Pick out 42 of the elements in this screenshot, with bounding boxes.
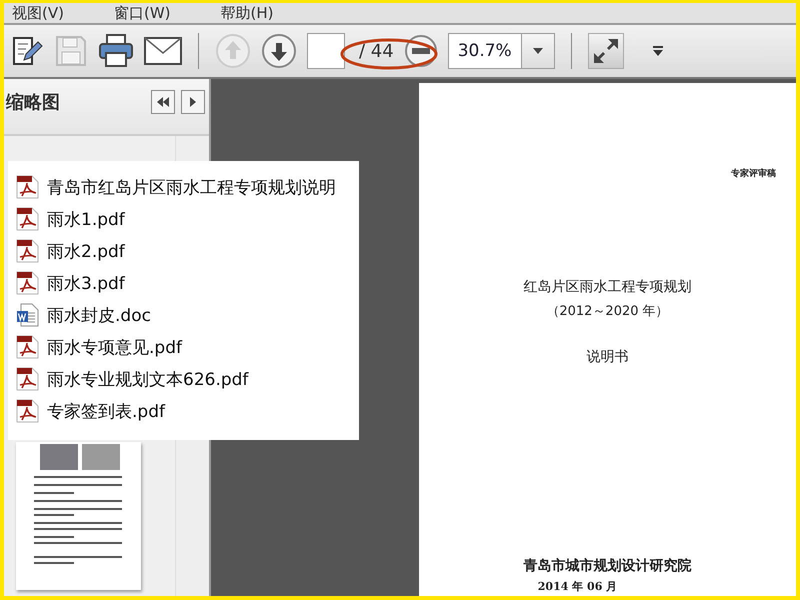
zoom-field[interactable]: 30.7%	[448, 33, 555, 69]
pdf-file-icon	[16, 271, 39, 295]
document-subtitle: 说明书	[586, 348, 628, 366]
stamp-label: 专家评审稿	[731, 167, 776, 180]
full-screen-button[interactable]	[588, 33, 624, 69]
pdf-file-icon	[16, 239, 39, 263]
collapse-button[interactable]	[151, 90, 175, 114]
document-title: 红岛片区雨水工程专项规划	[524, 278, 692, 296]
zoom-dropdown-button[interactable]	[520, 34, 554, 68]
menu-item[interactable]: 视图(V)	[12, 4, 64, 22]
caret-icon	[532, 48, 543, 54]
file-item[interactable]: 雨水2.pdf	[16, 239, 359, 263]
pdf-file-icon	[16, 367, 39, 391]
page-number-field[interactable]	[307, 33, 345, 69]
panel-title: 缩略图	[6, 90, 60, 114]
down-arrow-icon[interactable]	[261, 33, 297, 69]
right-arrow-icon	[189, 96, 197, 106]
word-file-icon	[16, 303, 39, 327]
document-date: 2014 年 06 月	[538, 579, 618, 594]
file-item[interactable]: 雨水专项意见.pdf	[16, 335, 359, 359]
menu-item[interactable]: 帮助(H)	[220, 4, 274, 22]
zoom-out-icon[interactable]	[404, 34, 438, 68]
pdf-file-icon	[16, 207, 39, 231]
next-button[interactable]	[181, 90, 205, 114]
document-organization: 青岛市城市规划设计研究院	[524, 557, 692, 575]
document-years: （2012～2020 年）	[546, 303, 669, 320]
page-thumbnail[interactable]	[16, 442, 141, 590]
print-icon[interactable]	[98, 33, 134, 69]
mail-icon[interactable]	[144, 37, 182, 65]
pdf-file-icon	[16, 335, 39, 359]
pdf-file-icon	[16, 399, 39, 423]
file-item[interactable]: 雨水1.pdf	[16, 207, 359, 231]
file-item[interactable]: 雨水3.pdf	[16, 271, 359, 295]
page-total: / 44	[359, 40, 394, 62]
edit-document-icon[interactable]	[10, 34, 44, 68]
menu-item[interactable]: 窗口(W)	[114, 4, 171, 22]
file-item[interactable]: 雨水专业规划文本626.pdf	[16, 367, 359, 391]
double-left-arrow-icon	[156, 96, 170, 106]
pdf-file-icon	[16, 175, 39, 199]
file-item[interactable]: 雨水封皮.doc	[16, 303, 359, 327]
file-item[interactable]: 专家签到表.pdf	[16, 399, 359, 423]
file-item[interactable]: 青岛市红岛片区雨水工程专项规划说明	[16, 175, 359, 199]
